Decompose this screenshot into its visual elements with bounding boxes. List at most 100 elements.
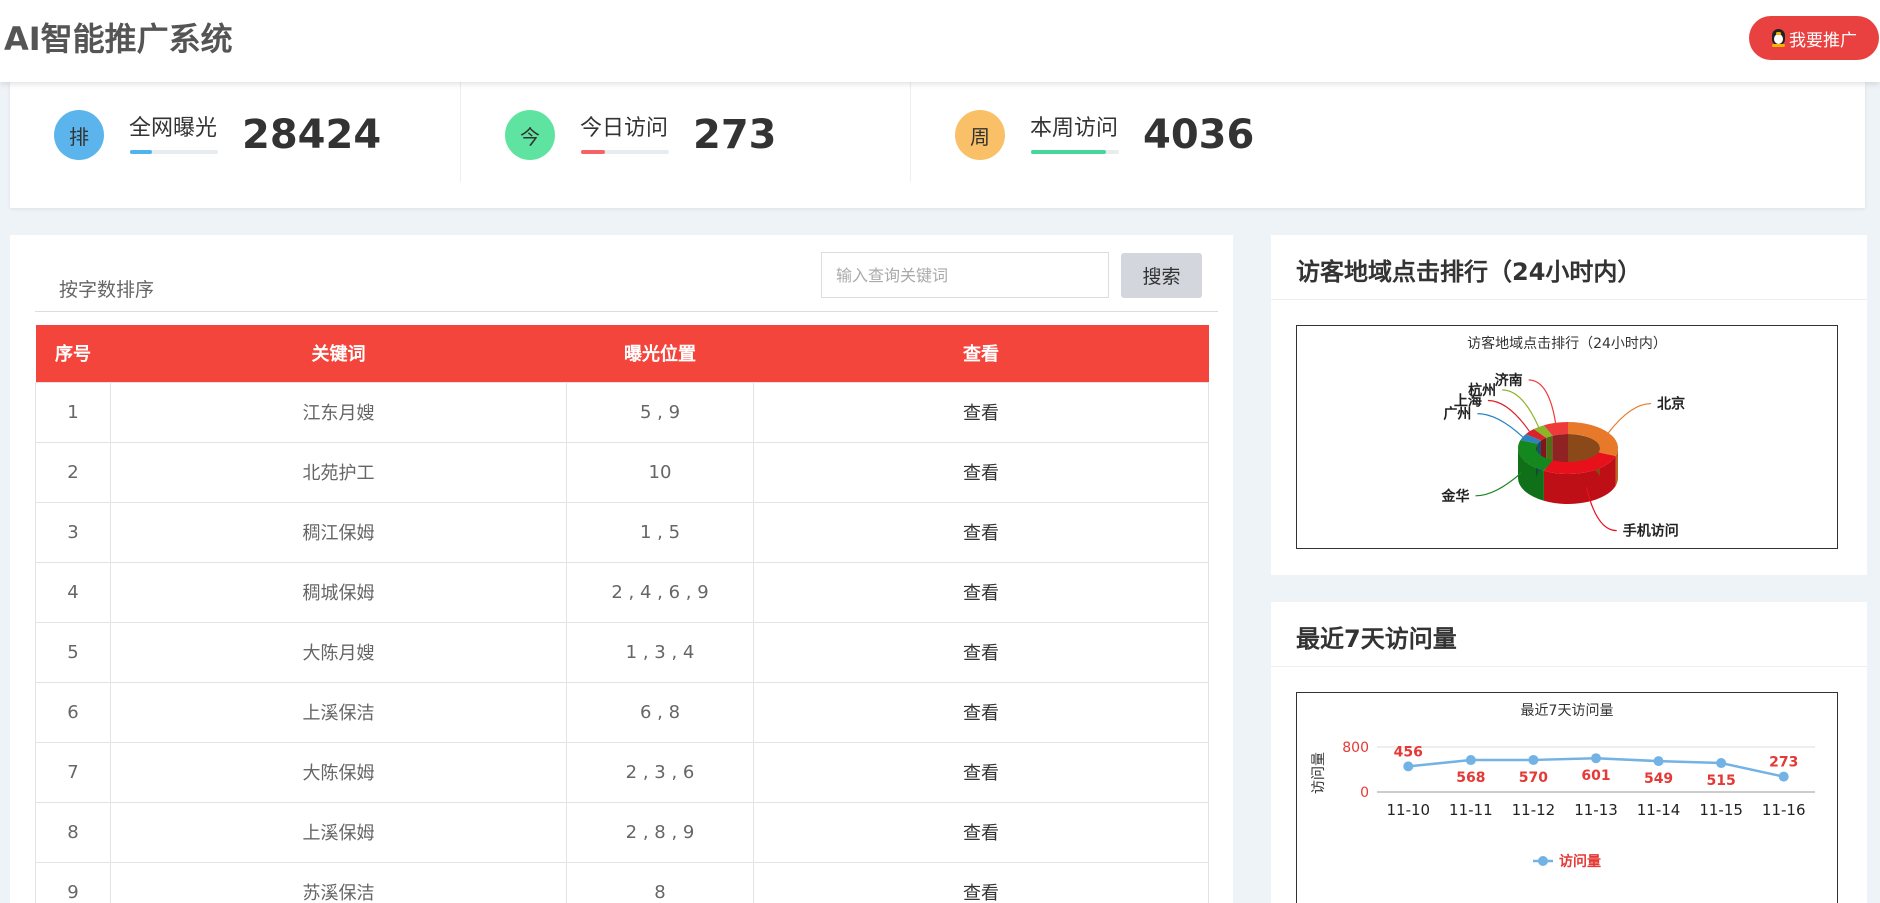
- table-row: 4 稠城保姆 2 , 4 , 6 , 9 查看: [35, 561, 1209, 623]
- cell-index: 2: [35, 441, 111, 503]
- stat-label: 全网曝光: [129, 116, 218, 141]
- pie-leader-line: [1475, 472, 1522, 497]
- cell-keyword: 稠城保姆: [110, 561, 567, 623]
- stat-label: 本周访问: [1030, 116, 1119, 141]
- view-link[interactable]: 查看: [753, 381, 1209, 443]
- table-row: 6 上溪保洁 6 , 8 查看: [35, 681, 1209, 743]
- view-link[interactable]: 查看: [753, 561, 1209, 623]
- top-header: AI智能推广系统 我要推广: [0, 0, 1880, 82]
- region-ranking-panel: 访客地域点击排行（24小时内） 访客地域点击排行（24小时内） 北京手机访问 金华…: [1271, 235, 1867, 575]
- region-pie-chart: 访客地域点击排行（24小时内） 北京 手机访问 金华 广州 上海 杭州 济南: [1296, 325, 1838, 549]
- keyword-search-input[interactable]: [821, 252, 1109, 298]
- data-point: [1591, 753, 1601, 764]
- chart-title: 访客地域点击排行（24小时内）: [1467, 335, 1667, 352]
- data-label: 568: [1456, 770, 1485, 786]
- view-link[interactable]: 查看: [753, 681, 1209, 743]
- pie-leader-line: [1477, 413, 1524, 438]
- stat-value: 273: [693, 112, 777, 158]
- cell-positions: 2 , 8 , 9: [566, 801, 754, 863]
- view-link[interactable]: 查看: [753, 501, 1209, 563]
- cell-index: 1: [35, 381, 111, 443]
- col-header-view: 查看: [753, 325, 1209, 382]
- promote-button-label: 我要推广: [1789, 30, 1857, 51]
- cell-keyword: 北苑护工: [110, 441, 567, 503]
- cell-positions: 2 , 3 , 6: [566, 741, 754, 803]
- col-header-index: 序号: [35, 325, 111, 382]
- data-label: 570: [1519, 770, 1548, 786]
- cell-index: 4: [35, 561, 111, 623]
- col-header-positions: 曝光位置: [566, 325, 754, 382]
- week-icon: 周: [955, 110, 1005, 160]
- table-row: 7 大陈保姆 2 , 3 , 6 查看: [35, 741, 1209, 803]
- data-point: [1465, 755, 1476, 766]
- y-tick-label: 0: [1360, 785, 1369, 801]
- table-row: 2 北苑护工 10 查看: [35, 441, 1209, 503]
- x-tick-label: 11-12: [1512, 801, 1556, 819]
- cell-positions: 8: [566, 861, 754, 903]
- data-label: 601: [1581, 768, 1610, 784]
- view-link[interactable]: 查看: [753, 621, 1209, 683]
- col-header-keyword: 关键词: [110, 325, 567, 382]
- cell-positions: 10: [566, 441, 754, 503]
- today-icon: 今: [505, 110, 555, 160]
- chart-title: 最近7天访问量: [1521, 703, 1614, 719]
- table-header-row: 序号 关键词 曝光位置 查看: [35, 325, 1209, 382]
- pie-slice-label: 金华: [1440, 488, 1469, 505]
- view-link[interactable]: 查看: [753, 861, 1209, 903]
- cell-index: 3: [35, 501, 111, 563]
- cell-positions: 5 , 9: [566, 381, 754, 443]
- y-tick-label: 800: [1342, 740, 1369, 756]
- visits-line-chart: 最近7天访问量 访问量 0 800 11-10 11-11 11-12 11-13 11-14…: [1296, 692, 1838, 903]
- promote-button[interactable]: 我要推广: [1749, 16, 1879, 60]
- weekly-visits-panel: 最近7天访问量 最近7天访问量 访问量 0 800 11-10 11-11 11-12 11…: [1271, 602, 1867, 903]
- divider: [1271, 299, 1867, 300]
- table-row: 1 江东月嫂 5 , 9 查看: [35, 381, 1209, 443]
- pie-slice-label: 手机访问: [1623, 523, 1679, 540]
- pie-slice-label: 济南: [1495, 372, 1523, 389]
- keyword-table: 序号 关键词 曝光位置 查看 1 江东月嫂 5 , 9 查看 2 北苑护工 10…: [35, 325, 1209, 903]
- cell-positions: 2 , 4 , 6 , 9: [566, 561, 754, 623]
- pie-chart-svg: 访客地域点击排行（24小时内） 北京手机访问金华广州上海杭州济南: [1440, 335, 1685, 540]
- cell-positions: 6 , 8: [566, 681, 754, 743]
- stat-progress-bar: [1031, 150, 1119, 154]
- pie-slice-label: 北京: [1657, 396, 1685, 413]
- pie-leader-line: [1528, 379, 1557, 423]
- cell-positions: 1 , 3 , 4: [566, 621, 754, 683]
- stat-label: 今日访问: [580, 116, 669, 141]
- table-row: 5 大陈月嫂 1 , 3 , 4 查看: [35, 621, 1209, 683]
- view-link[interactable]: 查看: [753, 441, 1209, 503]
- x-tick-label: 11-16: [1762, 801, 1806, 819]
- sort-by-length-link[interactable]: 按字数排序: [59, 275, 154, 302]
- x-tick-label: 11-14: [1637, 801, 1681, 819]
- qq-penguin-icon: [1771, 29, 1786, 47]
- x-tick-label: 11-13: [1574, 801, 1618, 819]
- cell-index: 6: [35, 681, 111, 743]
- pie-leader-line: [1487, 399, 1530, 432]
- x-tick-label: 11-11: [1449, 801, 1493, 819]
- table-row: 8 上溪保姆 2 , 8 , 9 查看: [35, 801, 1209, 863]
- stats-strip: 排 全网曝光 28424 今 今日访问 273 周 本周访问 4036: [10, 82, 1865, 208]
- search-button[interactable]: 搜索: [1121, 253, 1202, 298]
- x-tick-label: 11-10: [1386, 801, 1430, 819]
- cell-index: 7: [35, 741, 111, 803]
- panel-title: 访客地域点击排行（24小时内）: [1296, 258, 1642, 286]
- app-title: AI智能推广系统: [4, 20, 233, 58]
- divider: [35, 311, 1218, 312]
- divider: [1271, 666, 1867, 667]
- cell-keyword: 稠江保姆: [110, 501, 567, 563]
- data-label: 515: [1707, 773, 1736, 789]
- stat-today-visits: 今 今日访问 273: [460, 82, 910, 182]
- data-point: [1778, 771, 1789, 782]
- stat-total-exposure: 排 全网曝光 28424: [10, 82, 460, 182]
- y-axis-label: 访问量: [1311, 752, 1327, 794]
- pie-leader-line: [1607, 402, 1652, 434]
- cell-keyword: 苏溪保洁: [110, 861, 567, 903]
- view-link[interactable]: 查看: [753, 741, 1209, 803]
- view-link[interactable]: 查看: [753, 801, 1209, 863]
- data-point: [1528, 754, 1539, 765]
- legend-label: 访问量: [1559, 853, 1601, 870]
- panel-title: 最近7天访问量: [1296, 625, 1457, 653]
- cell-index: 5: [35, 621, 111, 683]
- stat-week-visits: 周 本周访问 4036: [910, 82, 1360, 182]
- data-point: [1716, 758, 1727, 769]
